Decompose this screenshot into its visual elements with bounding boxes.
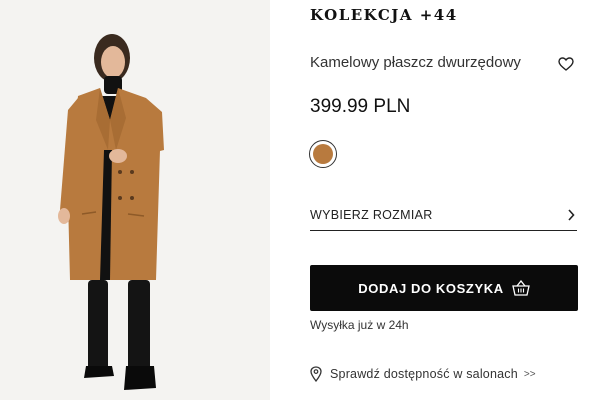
store-availability-link[interactable]: Sprawdź dostępność w salonach >> bbox=[310, 365, 536, 383]
collection-title: KOLEKCJA +44 bbox=[310, 6, 458, 24]
shipping-info: Wysyłka już w 24h bbox=[310, 318, 409, 332]
color-swatch-selected[interactable] bbox=[309, 140, 337, 168]
size-select[interactable]: WYBIERZ ROZMIAR bbox=[310, 200, 577, 231]
color-swatch-fill bbox=[313, 144, 333, 164]
product-name: Kamelowy płaszcz dwurzędowy bbox=[310, 54, 521, 71]
basket-icon bbox=[511, 280, 530, 296]
location-pin-icon bbox=[310, 366, 322, 382]
product-price: 399.99 PLN bbox=[310, 96, 411, 117]
product-photo bbox=[0, 0, 270, 400]
store-availability-label: Sprawdź dostępność w salonach bbox=[330, 367, 518, 381]
product-info-panel: KOLEKCJA +44 Kamelowy płaszcz dwurzędowy… bbox=[270, 0, 600, 400]
wishlist-button[interactable] bbox=[558, 56, 574, 72]
store-availability-arrow: >> bbox=[523, 368, 536, 380]
size-select-label: WYBIERZ ROZMIAR bbox=[310, 208, 433, 222]
chevron-right-icon bbox=[568, 209, 575, 221]
add-to-cart-label: DODAJ DO KOSZYKA bbox=[358, 280, 504, 296]
add-to-cart-button[interactable]: DODAJ DO KOSZYKA bbox=[310, 265, 578, 311]
model-illustration bbox=[0, 0, 270, 400]
heart-icon bbox=[558, 57, 574, 71]
